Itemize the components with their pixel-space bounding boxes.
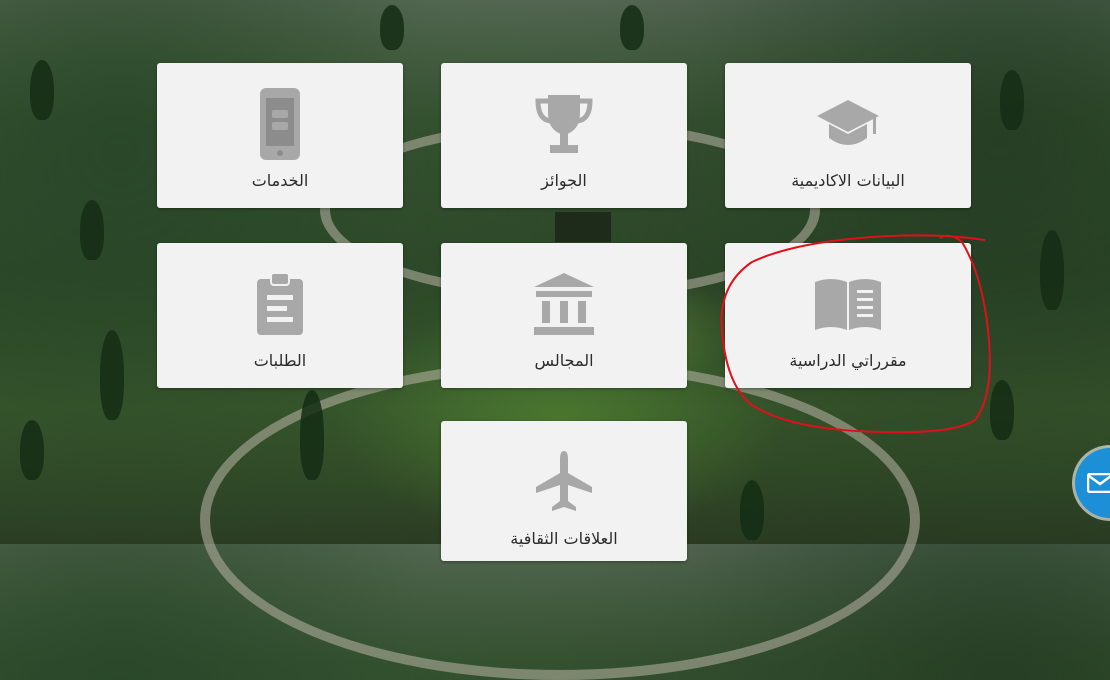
awards-tile[interactable]: الجوائز	[441, 63, 687, 208]
background-tree	[100, 330, 124, 420]
background-tree	[30, 60, 54, 120]
institution-icon	[532, 265, 596, 343]
cultural-relations-label: العلاقات الثقافية	[510, 529, 618, 548]
background-tree	[740, 480, 764, 540]
envelope-icon	[1087, 473, 1110, 493]
background-tree	[990, 380, 1014, 440]
background-tree	[1000, 70, 1024, 130]
my-courses-label: مقرراتي الدراسية	[789, 351, 907, 370]
background-tree	[80, 200, 104, 260]
background-tree	[620, 5, 644, 50]
trophy-icon	[534, 85, 594, 163]
clipboard-icon	[255, 265, 305, 343]
background-tree	[1040, 230, 1064, 310]
academic-data-tile[interactable]: البيانات الاكاديمية	[725, 63, 971, 208]
requests-tile[interactable]: الطلبات	[157, 243, 403, 388]
airplane-icon	[534, 443, 594, 521]
open-book-icon	[813, 265, 883, 343]
councils-tile[interactable]: المجالس	[441, 243, 687, 388]
background-building	[555, 212, 611, 242]
requests-label: الطلبات	[253, 351, 307, 370]
cultural-relations-tile[interactable]: العلاقات الثقافية	[441, 421, 687, 561]
awards-label: الجوائز	[541, 171, 587, 190]
mobile-phone-icon	[258, 85, 302, 163]
graduation-cap-icon	[815, 85, 881, 163]
background-tree	[380, 5, 404, 50]
services-label: الخدمات	[251, 171, 309, 190]
background-tree	[20, 420, 44, 480]
my-courses-tile[interactable]: مقرراتي الدراسية	[725, 243, 971, 388]
services-tile[interactable]: الخدمات	[157, 63, 403, 208]
councils-label: المجالس	[534, 351, 594, 370]
academic-data-label: البيانات الاكاديمية	[791, 171, 905, 190]
background-tree	[300, 390, 324, 480]
